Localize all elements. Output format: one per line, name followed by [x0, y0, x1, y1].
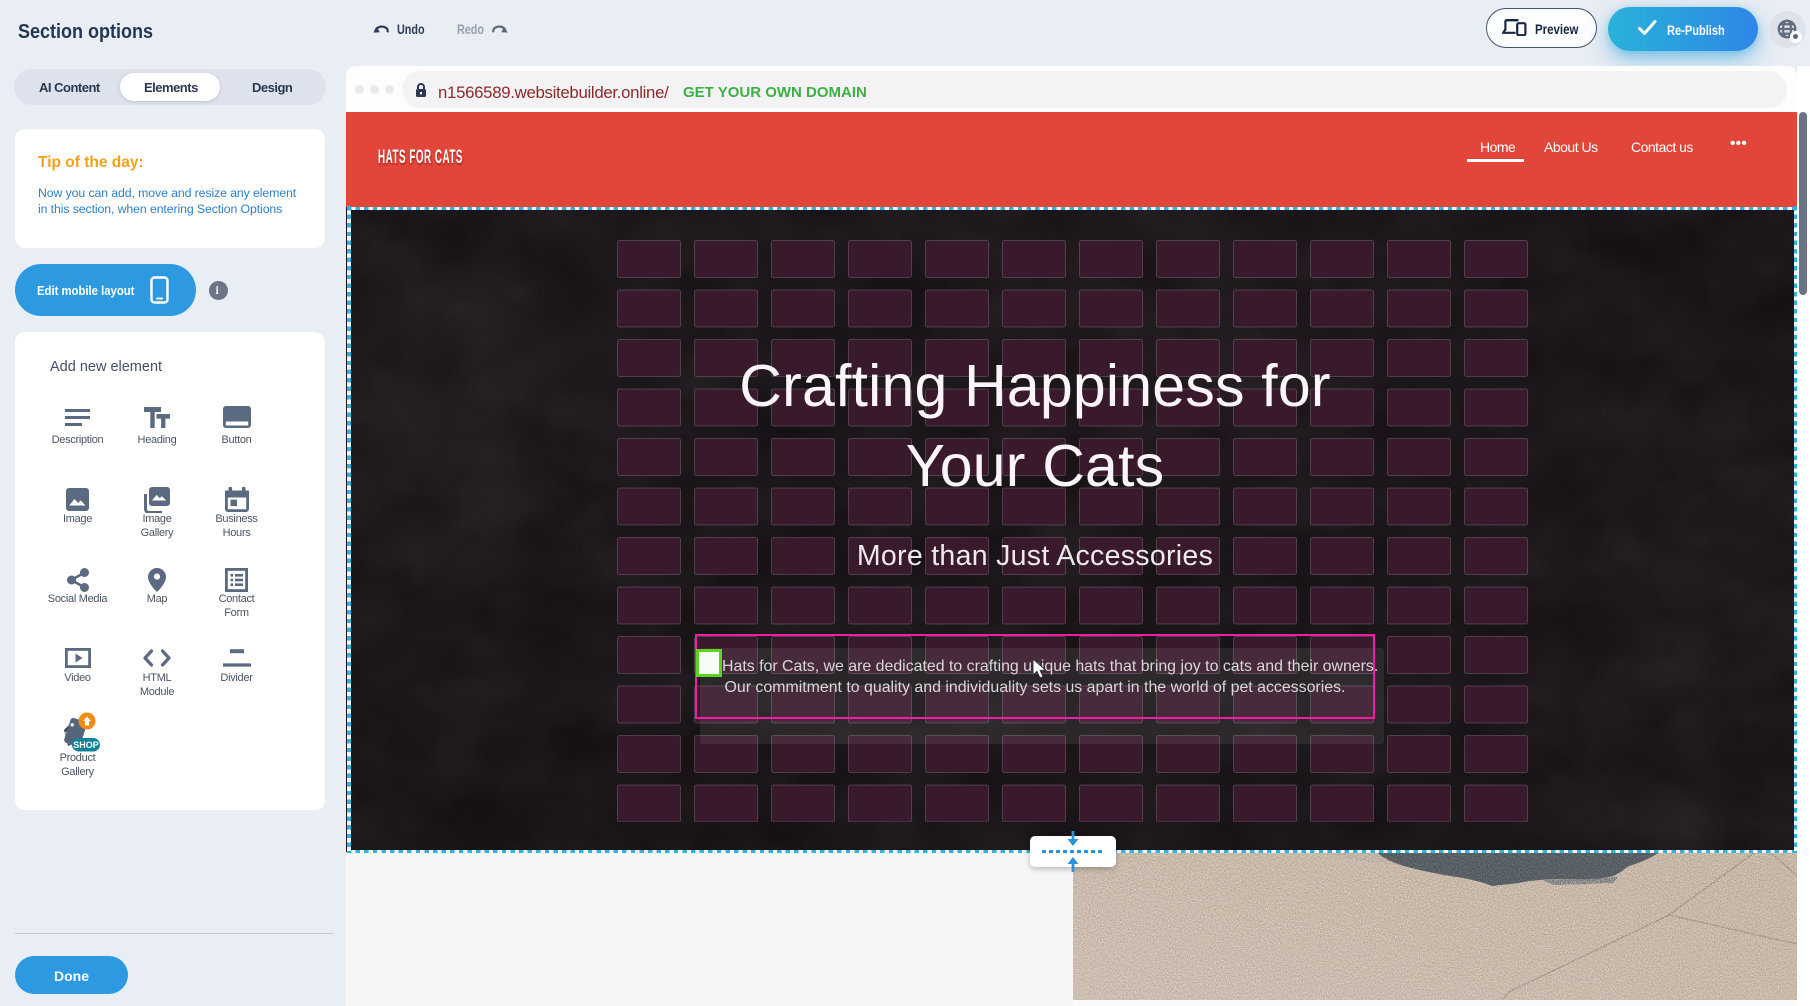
svg-text:SHOP: SHOP — [73, 740, 99, 750]
